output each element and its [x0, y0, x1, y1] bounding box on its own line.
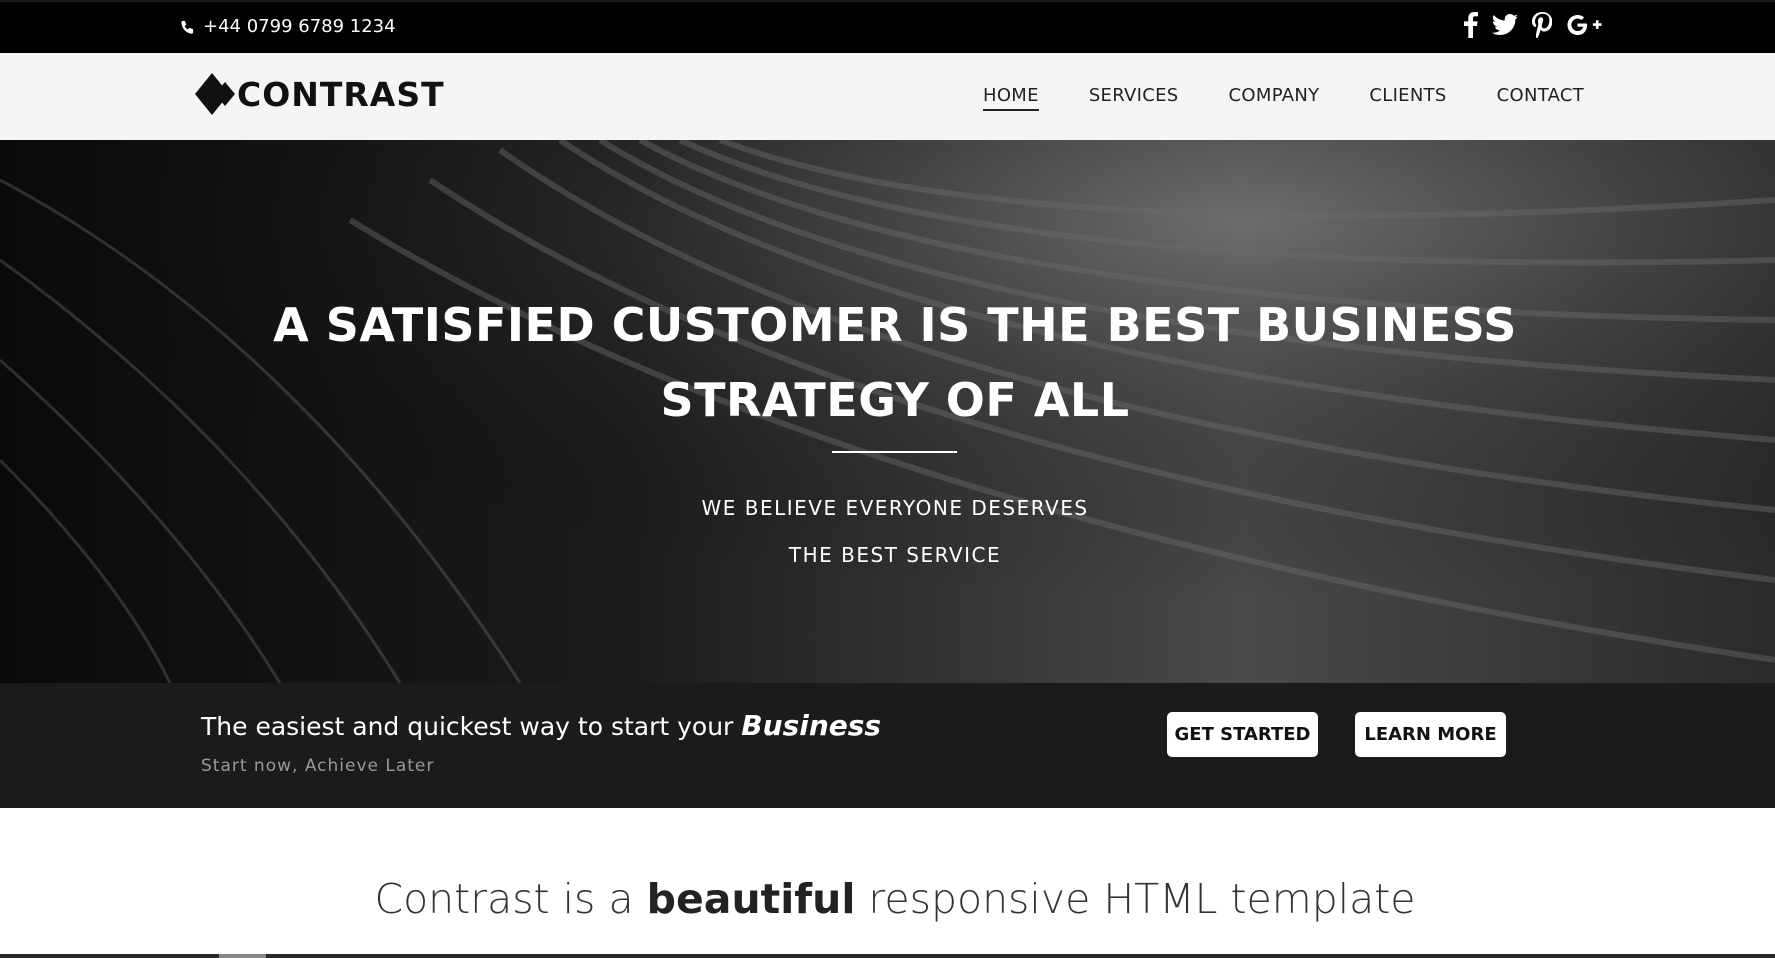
google-plus-icon[interactable]: [1566, 13, 1602, 37]
nav-item-contact[interactable]: CONTACT: [1497, 85, 1584, 111]
cta-bar: The easiest and quickest way to start yo…: [0, 683, 1775, 808]
nav-item-services[interactable]: SERVICES: [1089, 85, 1179, 111]
intro-heading: Contrast is a beautiful responsive HTML …: [0, 875, 1775, 923]
hero-title-line-1: A SATISFIED CUSTOMER IS THE BEST BUSINES…: [273, 298, 1517, 352]
nav-menu: HOME SERVICES COMPANY CLIENTS CONTACT: [983, 85, 1634, 111]
hero-divider: [832, 451, 957, 453]
logo-text: CONTRAST: [237, 74, 445, 114]
page-bottom-border: [0, 954, 1775, 958]
intro-emphasis: beautiful: [646, 875, 856, 923]
intro-suffix: responsive HTML template: [868, 875, 1416, 923]
hero-title: A SATISFIED CUSTOMER IS THE BEST BUSINES…: [0, 288, 1775, 438]
facebook-icon[interactable]: [1464, 12, 1478, 38]
nav-item-clients[interactable]: CLIENTS: [1369, 85, 1446, 111]
top-bar: +44 0799 6789 1234: [0, 0, 1775, 53]
twitter-icon[interactable]: [1492, 14, 1518, 36]
phone-contact[interactable]: +44 0799 6789 1234: [181, 16, 396, 37]
hero-subtitle-line-1: WE BELIEVE EVERYONE DESERVES: [701, 496, 1089, 520]
cta-headline-prefix: The easiest and quickest way to start yo…: [201, 712, 734, 741]
scroll-indicator: [219, 954, 266, 958]
logo[interactable]: CONTRAST: [193, 71, 445, 117]
nav-item-home[interactable]: HOME: [983, 85, 1039, 111]
hero-subtitle-line-2: THE BEST SERVICE: [788, 543, 1002, 567]
hero-section: A SATISFIED CUSTOMER IS THE BEST BUSINES…: [0, 140, 1775, 683]
nav-item-company[interactable]: COMPANY: [1229, 85, 1320, 111]
cta-subline: Start now, Achieve Later: [201, 756, 435, 776]
social-links: [1464, 12, 1602, 38]
cta-headline: The easiest and quickest way to start yo…: [201, 709, 881, 742]
phone-icon: [181, 20, 194, 34]
learn-more-button[interactable]: LEARN MORE: [1355, 712, 1506, 757]
hero-subtitle: WE BELIEVE EVERYONE DESERVES THE BEST SE…: [0, 485, 1775, 579]
diamond-logo-icon: [195, 73, 235, 115]
hero-title-line-2: STRATEGY OF ALL: [660, 373, 1130, 427]
phone-number: +44 0799 6789 1234: [203, 16, 396, 37]
cta-headline-emphasis: Business: [741, 709, 882, 742]
main-navbar: CONTRAST HOME SERVICES COMPANY CLIENTS C…: [0, 53, 1775, 140]
pinterest-icon[interactable]: [1532, 12, 1552, 38]
get-started-button[interactable]: GET STARTED: [1167, 712, 1318, 757]
intro-prefix: Contrast is a: [374, 875, 634, 923]
